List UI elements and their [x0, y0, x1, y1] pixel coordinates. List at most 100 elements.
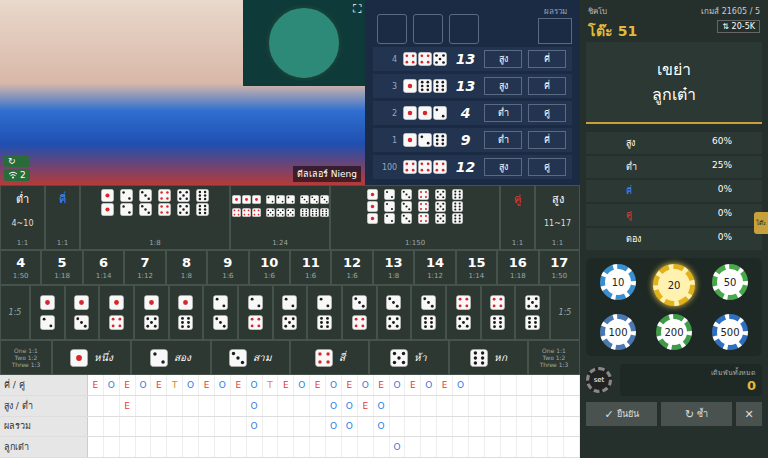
triple-bet[interactable]	[367, 189, 378, 224]
combo-bet[interactable]	[134, 285, 169, 340]
total-bet[interactable]: 71:12	[124, 250, 165, 285]
single-bet[interactable]: ห้า	[369, 340, 448, 375]
chip[interactable]: 200	[656, 314, 692, 350]
video-controls: ↻ 2	[4, 155, 30, 181]
double-bet[interactable]	[158, 189, 171, 216]
die-icon	[276, 195, 285, 204]
combo-bet[interactable]	[411, 285, 446, 340]
round-number: 2	[379, 109, 397, 118]
action-button[interactable]: ✓ยืนยัน	[586, 402, 657, 426]
refresh-icon[interactable]: ↻	[4, 155, 30, 167]
double-bet[interactable]	[101, 189, 114, 216]
table-tab[interactable]: โต๊ะ	[754, 212, 768, 234]
roadmap-cell: E	[151, 375, 167, 395]
single-bet[interactable]: สี่	[290, 340, 369, 375]
die-icon	[320, 208, 329, 217]
single-bet[interactable]: สาม	[211, 340, 290, 375]
dealer-label: ดีลเลอร์ Nieng	[293, 166, 361, 182]
total-bet[interactable]: 91:6	[207, 250, 248, 285]
total-bet[interactable]: 111:6	[290, 250, 331, 285]
stat-row: สูง60%	[586, 132, 762, 154]
double-bet[interactable]	[196, 189, 209, 216]
total-bet[interactable]: 171:50	[539, 250, 580, 285]
roadmap-label: สูง / ต่ำ	[0, 396, 88, 416]
small-bet[interactable]: ต่ำ4~10 1:1	[0, 185, 45, 250]
total-bet[interactable]: 61:14	[83, 250, 124, 285]
die-icon	[74, 315, 89, 330]
big-bet[interactable]: สูง11~17 1:1	[535, 185, 580, 250]
double-bet[interactable]	[139, 189, 152, 216]
any-triple-bet[interactable]: 1:24	[230, 185, 330, 250]
total-bet[interactable]: 121:6	[331, 250, 372, 285]
parity-badge: คี่	[528, 77, 566, 95]
game-status: เขย่าลูกเต๋า	[586, 42, 762, 124]
parity-badge: คู่	[528, 158, 566, 176]
die-icon	[109, 315, 124, 330]
single-bet[interactable]: หก	[449, 340, 528, 375]
signal-button[interactable]: 2	[4, 169, 30, 181]
chip[interactable]: 100	[600, 314, 636, 350]
roadmap-cell: E	[310, 375, 326, 395]
die-icon	[266, 208, 275, 217]
roadmap-cell	[517, 437, 533, 457]
combo-bet[interactable]	[238, 285, 273, 340]
die-icon	[433, 160, 447, 174]
combo-bet[interactable]	[481, 285, 516, 340]
double-bet[interactable]	[120, 189, 133, 216]
triple-bet[interactable]	[401, 189, 412, 224]
single-payouts: One 1:1Two 1:2Three 1:3	[0, 340, 52, 375]
chip[interactable]: 10	[600, 264, 636, 300]
total-bet[interactable]: 41:50	[0, 250, 41, 285]
round-number: 4	[379, 55, 397, 64]
roadmap-cell: O	[342, 396, 358, 416]
roadmap-cell	[151, 396, 167, 416]
combo-bet[interactable]	[515, 285, 550, 340]
roadmap-cell	[548, 417, 564, 437]
chip[interactable]: 50	[712, 264, 748, 300]
total-bet[interactable]: 141:12	[414, 250, 455, 285]
die-icon	[525, 295, 540, 310]
total-bet[interactable]: 131:8	[373, 250, 414, 285]
combo-bet[interactable]	[30, 285, 65, 340]
size-badge: ต่ำ	[484, 131, 522, 149]
action-button[interactable]: ✕	[736, 402, 762, 426]
roadmap-cell: O	[326, 396, 342, 416]
stat-row: คี่0%	[586, 180, 762, 202]
combo-bet[interactable]	[273, 285, 308, 340]
combo-bet[interactable]	[446, 285, 481, 340]
main-area: ⛶ ↻ 2 ดีลเลอร์ Nieng ผลรวม 4 13 สูง คี่3…	[0, 0, 580, 458]
single-bet[interactable]: สอง	[131, 340, 210, 375]
combo-bet[interactable]	[65, 285, 100, 340]
total-bet[interactable]: 51:18	[41, 250, 82, 285]
expand-icon[interactable]: ⛶	[353, 2, 361, 16]
triple-bet[interactable]	[452, 189, 463, 224]
limit-badge[interactable]: ⇅ 20-5K	[717, 20, 760, 33]
odd-bet[interactable]: คี่ 1:1	[45, 185, 80, 250]
action-button[interactable]: ↻ซ้ำ	[661, 402, 732, 426]
combo-bet[interactable]	[203, 285, 238, 340]
chip[interactable]: 20	[653, 264, 695, 306]
combo-bet[interactable]	[307, 285, 342, 340]
set-chip[interactable]: set	[586, 367, 612, 393]
combo-bet[interactable]	[99, 285, 134, 340]
total-bet[interactable]: 101:6	[249, 250, 290, 285]
double-bet[interactable]	[177, 189, 190, 216]
betting-board: ต่ำ4~10 1:1 คี่ 1:1 1:8 1:24 1:150 คู่ 1…	[0, 185, 580, 375]
single-bet[interactable]: หนึ่ง	[52, 340, 131, 375]
total-bet[interactable]: 81:8	[166, 250, 207, 285]
even-bet[interactable]: คู่ 1:1	[500, 185, 535, 250]
combo-bet[interactable]	[377, 285, 412, 340]
roadmap-cell	[548, 437, 564, 457]
triple-bet[interactable]	[384, 189, 395, 224]
total-bet[interactable]: 161:18	[497, 250, 538, 285]
roadmap-cell	[517, 375, 533, 395]
total-bet[interactable]: 151:14	[456, 250, 497, 285]
combo-bet[interactable]	[169, 285, 204, 340]
roadmap-cell	[453, 396, 469, 416]
chip-tray: 10 20 50 100 200 500	[586, 258, 762, 356]
roadmap-cell: O	[374, 396, 390, 416]
combo-bet[interactable]	[342, 285, 377, 340]
triple-bet[interactable]	[418, 189, 429, 224]
chip[interactable]: 500	[712, 314, 748, 350]
triple-bet[interactable]	[435, 189, 446, 224]
